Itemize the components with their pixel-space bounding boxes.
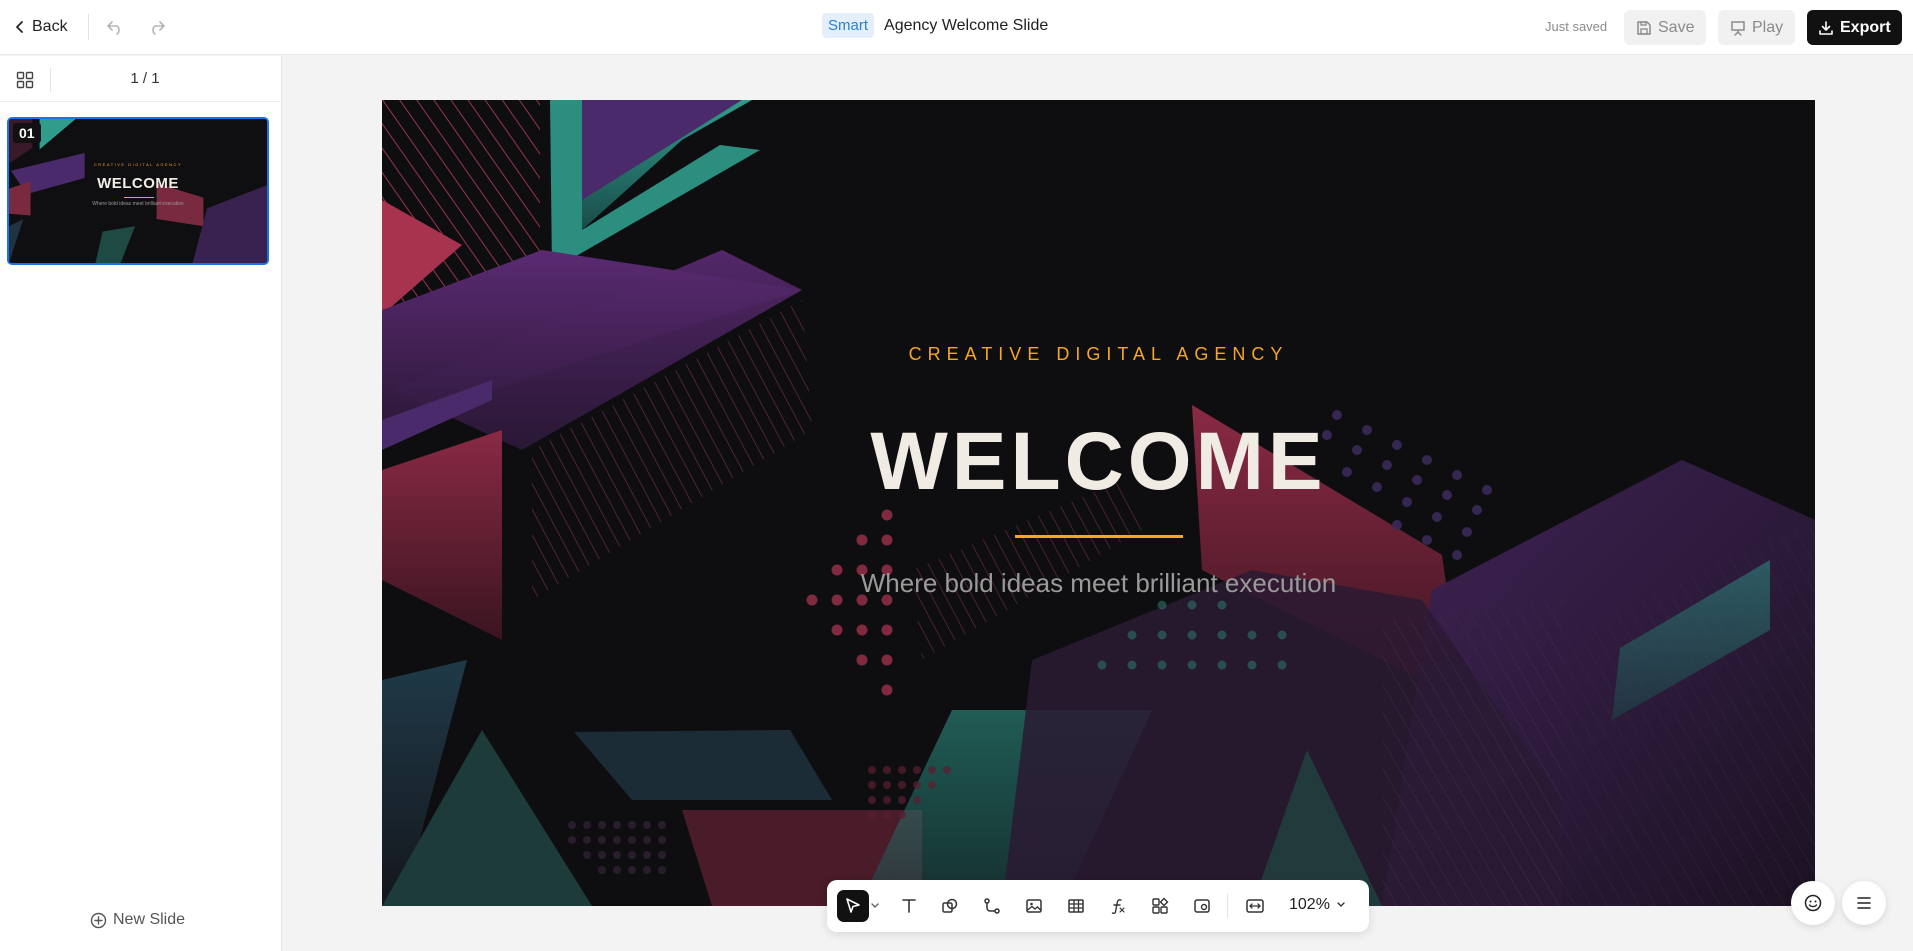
function-icon — [1111, 899, 1125, 914]
download-icon — [1819, 20, 1833, 35]
thumbnail-subtitle: Where bold ideas meet brilliant executio… — [92, 201, 184, 207]
undo-icon — [107, 21, 120, 35]
components-icon — [1152, 897, 1169, 914]
formula-tool[interactable] — [1102, 890, 1134, 922]
save-icon — [1637, 20, 1651, 35]
export-button[interactable]: Export — [1807, 10, 1902, 45]
text-tool[interactable] — [893, 890, 925, 922]
thumbnail-title: WELCOME — [97, 175, 179, 192]
image-icon — [1026, 899, 1042, 913]
undo-button[interactable] — [102, 14, 128, 40]
table-icon — [1068, 899, 1084, 913]
slide-subtitle[interactable]: Where bold ideas meet brilliant executio… — [382, 568, 1815, 599]
fit-tool[interactable] — [1239, 890, 1271, 922]
document-title[interactable]: Agency Welcome Slide — [884, 17, 1048, 35]
thumbnail-kicker: CREATIVE DIGITAL AGENCY — [93, 162, 183, 167]
menu-button[interactable] — [1842, 881, 1886, 925]
cursor-icon — [846, 898, 860, 913]
media-tool[interactable] — [1186, 890, 1218, 922]
divider — [88, 14, 89, 40]
connector-tool[interactable] — [976, 890, 1008, 922]
top-bar: Back Smart Agency Welcome Slide Just sav… — [0, 0, 1913, 55]
chevron-down-icon — [1337, 902, 1345, 907]
image-tool[interactable] — [1018, 890, 1050, 922]
shapes-tool[interactable] — [934, 890, 966, 922]
save-status: Just saved — [1545, 19, 1608, 34]
grid-view-button[interactable] — [13, 68, 37, 92]
select-mode-dropdown[interactable] — [867, 890, 883, 922]
back-label: Back — [32, 18, 68, 35]
smiley-icon — [1804, 894, 1822, 912]
slide-canvas[interactable]: CREATIVE DIGITAL AGENCY WELCOME Where bo… — [382, 100, 1815, 906]
connector-icon — [984, 898, 1000, 914]
divider — [0, 101, 282, 102]
table-tool[interactable] — [1060, 890, 1092, 922]
zoom-value: 102% — [1289, 896, 1330, 913]
title-underline[interactable] — [1015, 535, 1183, 538]
play-label: Play — [1752, 18, 1784, 36]
divider — [1227, 894, 1228, 918]
shapes-icon — [942, 898, 958, 913]
smart-badge: Smart — [822, 13, 875, 38]
components-tool[interactable] — [1144, 890, 1176, 922]
thumbnail-underline — [124, 197, 154, 198]
page-indicator: 1 / 1 — [130, 70, 160, 87]
select-tool[interactable] — [837, 890, 869, 922]
new-slide-button[interactable]: New Slide — [90, 911, 185, 929]
save-button[interactable]: Save — [1624, 10, 1707, 45]
document-title-group: Smart Agency Welcome Slide — [822, 13, 1048, 38]
plus-circle-icon — [90, 912, 107, 928]
slide-kicker[interactable]: CREATIVE DIGITAL AGENCY — [382, 344, 1815, 365]
presentation-icon — [1731, 20, 1745, 36]
new-slide-label: New Slide — [113, 911, 186, 928]
zoom-control[interactable]: 102% — [1289, 896, 1346, 914]
redo-button[interactable] — [144, 14, 170, 40]
editor-toolbar: 102% — [827, 880, 1369, 932]
fit-width-icon — [1246, 899, 1264, 913]
export-label: Export — [1840, 18, 1891, 36]
feedback-button[interactable] — [1791, 881, 1835, 925]
save-label: Save — [1658, 18, 1695, 36]
back-button[interactable]: Back — [14, 14, 68, 40]
redo-icon — [152, 21, 165, 35]
slides-panel: 1 / 1 01 CREATIVE DIGITAL AGENCY WELCOME… — [0, 56, 282, 951]
media-icon — [1194, 899, 1210, 913]
chevron-down-icon — [871, 903, 879, 908]
text-icon — [902, 899, 916, 913]
slide-number: 01 — [13, 123, 41, 143]
slide-thumbnail[interactable]: 01 CREATIVE DIGITAL AGENCY WELCOME Where… — [7, 117, 269, 265]
menu-icon — [1857, 897, 1871, 909]
chevron-left-icon — [16, 21, 23, 33]
play-button[interactable]: Play — [1718, 10, 1796, 45]
slide-title[interactable]: WELCOME — [382, 415, 1815, 509]
grid-icon — [16, 71, 34, 89]
